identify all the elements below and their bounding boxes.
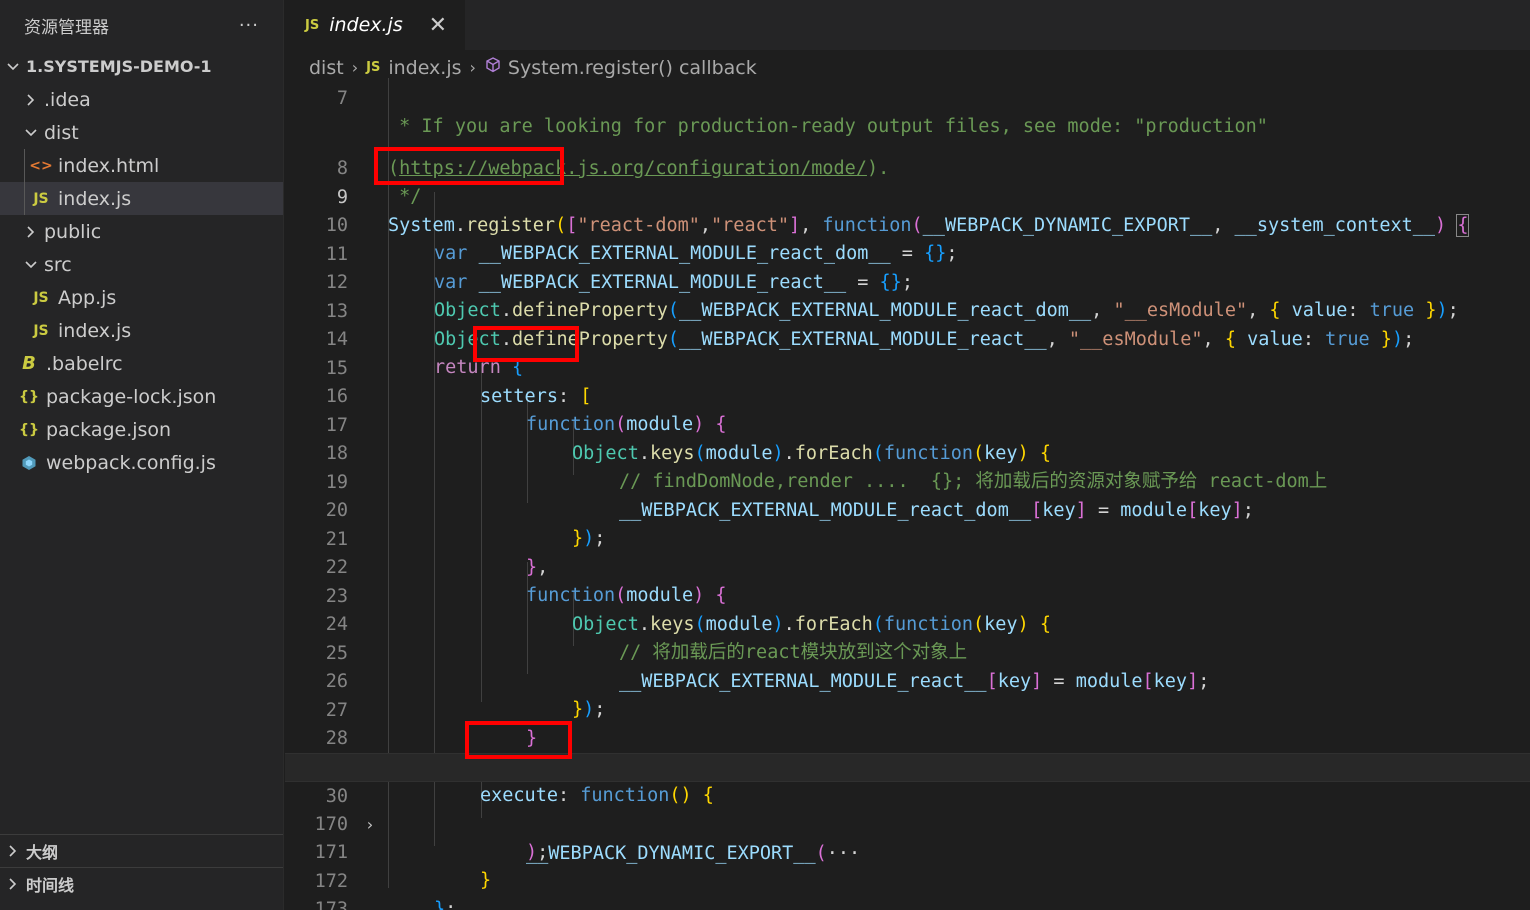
tree-folder-idea[interactable]: .idea	[0, 83, 283, 116]
js-file-icon: JS	[33, 190, 49, 207]
tree-indent-guide	[24, 149, 25, 182]
explorer-sidebar: 资源管理器 ··· 1.SYSTEMJS-DEMO-1 .idea dist <…	[0, 0, 284, 910]
chevron-down-icon	[22, 124, 40, 142]
html-file-icon: <>	[29, 157, 53, 174]
code-line: 13 Object.defineProperty(__WEBPACK_EXTER…	[285, 269, 1530, 351]
tree-item-label: public	[44, 220, 102, 243]
code-line: 14 return {	[285, 297, 1530, 379]
webpack-file-icon	[18, 455, 40, 471]
tree-file-dist-index-js[interactable]: JS index.js	[0, 182, 283, 215]
highlight-setters	[473, 326, 579, 362]
tree-item-label: index.html	[58, 154, 160, 177]
tree-item-label: .idea	[44, 88, 91, 111]
code-editor[interactable]: 7 * If you are looking for production-re…	[285, 70, 1530, 910]
code-line: 11 var __WEBPACK_EXTERNAL_MODULE_react__…	[285, 212, 1530, 294]
chevron-down-icon	[4, 58, 22, 76]
code-line: 24 // 将加载后的react模块放到这个对象上	[285, 582, 1530, 664]
tree-folder-public[interactable]: public	[0, 215, 283, 248]
js-file-icon: JS	[305, 17, 320, 33]
json-file-icon: {}	[19, 421, 39, 438]
tree-indent-guide	[24, 182, 25, 215]
code-line: 26 });	[285, 639, 1530, 721]
tree-file-app-js[interactable]: JS App.js	[0, 281, 283, 314]
tree-item-label: package-lock.json	[46, 385, 217, 408]
tree-file-src-index-js[interactable]: JS index.js	[0, 314, 283, 347]
chevron-right-icon	[22, 223, 40, 241]
tree-item-label: App.js	[58, 286, 117, 309]
code-line: 10 var __WEBPACK_EXTERNAL_MODULE_react_d…	[285, 183, 1530, 265]
tree-file-package-lock-json[interactable]: {} package-lock.json	[0, 380, 283, 413]
code-line: 17 Object.keys(module).forEach(function(…	[285, 383, 1530, 465]
code-line: 12 Object.defineProperty(__WEBPACK_EXTER…	[285, 240, 1530, 322]
code-line: 171 }	[285, 810, 1530, 892]
timeline-label: 时间线	[26, 876, 75, 895]
tree-item-label: .babelrc	[46, 352, 123, 375]
tree-folder-src[interactable]: src	[0, 248, 283, 281]
json-file-icon: {}	[19, 388, 39, 405]
code-line: 25 __WEBPACK_EXTERNAL_MODULE_react__[key…	[285, 611, 1530, 693]
line-number: 173	[314, 898, 348, 910]
js-file-icon: JS	[33, 289, 49, 306]
tree-file-package-json[interactable]: {} package.json	[0, 413, 283, 446]
explorer-header: 资源管理器 ···	[0, 0, 283, 50]
code-line: 22 function(module) {	[285, 525, 1530, 607]
chevron-down-icon	[22, 256, 40, 274]
timeline-section[interactable]: 时间线	[0, 867, 283, 900]
code-line: 173 });	[285, 867, 1530, 910]
more-actions-button[interactable]: ···	[239, 15, 259, 36]
babel-file-icon: B	[22, 353, 36, 374]
outline-label: 大纲	[26, 843, 59, 862]
code-line: 16 function(module) {	[285, 354, 1530, 436]
code-line: 18 // findDomNode,render .... {}; 将加载后的资…	[285, 411, 1530, 493]
code-line: 172 };	[285, 839, 1530, 910]
chevron-right-icon	[22, 91, 40, 109]
code-line: 23 Object.keys(module).forEach(function(…	[285, 554, 1530, 636]
code-line: 27 }	[285, 668, 1530, 750]
highlight-system-register	[374, 147, 564, 185]
code-text: };	[434, 899, 457, 910]
tab-label: index.js	[329, 14, 403, 36]
outline-section[interactable]: 大纲	[0, 834, 283, 867]
project-root[interactable]: 1.SYSTEMJS-DEMO-1	[0, 50, 283, 83]
tree-item-label: src	[44, 253, 72, 276]
tree-item-label: package.json	[46, 418, 172, 441]
code-line: 19 __WEBPACK_EXTERNAL_MODULE_react_dom__…	[285, 440, 1530, 522]
close-tab-button[interactable]: ✕	[429, 13, 447, 38]
tree-item-label: dist	[44, 121, 79, 144]
tree-file-webpack-config[interactable]: webpack.config.js	[0, 446, 283, 479]
project-root-label: 1.SYSTEMJS-DEMO-1	[26, 57, 212, 76]
tree-item-label: index.js	[58, 187, 132, 210]
code-line: (https://webpack.js.org/configuration/mo…	[285, 98, 1530, 179]
tree-item-label: webpack.config.js	[46, 451, 216, 474]
code-line: 170 );	[285, 782, 1530, 864]
tree-item-label: index.js	[58, 319, 132, 342]
code-line: 7 * If you are looking for production-re…	[285, 70, 1530, 138]
chevron-right-icon	[4, 842, 22, 860]
chevron-right-icon	[4, 875, 22, 893]
editor-area: JS index.js ✕ dist › JS index.js › Syste…	[285, 0, 1530, 910]
highlight-execute	[465, 721, 572, 759]
tab-index-js[interactable]: JS index.js ✕	[285, 0, 465, 50]
js-file-icon: JS	[33, 322, 49, 339]
code-line: 21 },	[285, 497, 1530, 579]
code-line: 20 });	[285, 468, 1530, 550]
tree-folder-dist[interactable]: dist	[0, 116, 283, 149]
tree-file-index-html[interactable]: <> index.html	[0, 149, 283, 182]
tab-bar: JS index.js ✕	[285, 0, 1530, 50]
code-line: 15 setters: [	[285, 326, 1530, 408]
explorer-title: 资源管理器	[24, 17, 109, 38]
tree-file-babelrc[interactable]: B .babelrc	[0, 347, 283, 380]
